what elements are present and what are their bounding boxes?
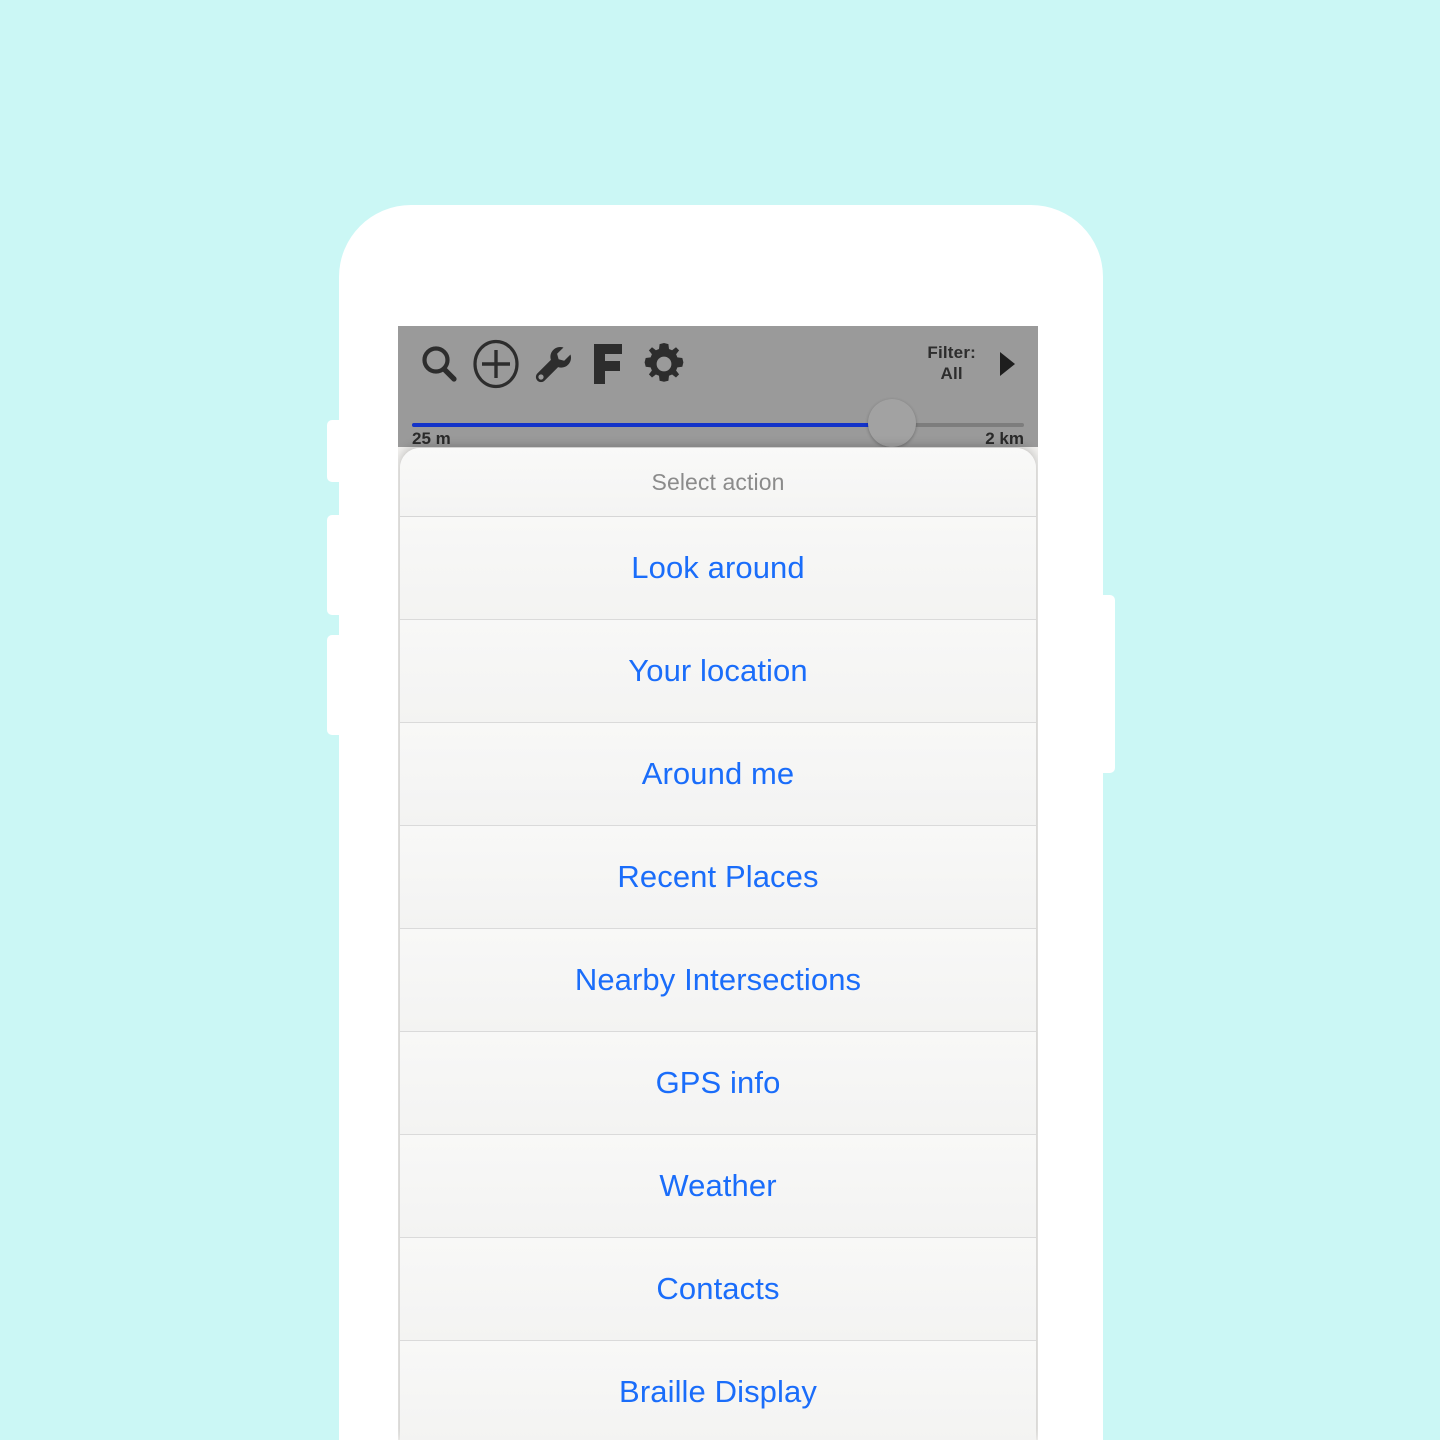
sheet-title: Select action bbox=[651, 468, 785, 495]
wrench-icon[interactable] bbox=[524, 336, 580, 392]
screenshot-stage: Filter: All 25 m 2 km Select action Look… bbox=[0, 0, 1440, 1440]
sheet-item-braille-display[interactable]: Braille Display bbox=[400, 1341, 1036, 1440]
scale-max-label: 2 km bbox=[985, 429, 1024, 448]
phone-screen: Filter: All 25 m 2 km Select action Look… bbox=[398, 326, 1038, 1440]
sheet-item-label: Nearby Intersections bbox=[574, 962, 862, 997]
filter-value: All bbox=[940, 363, 963, 383]
sheet-item-around-me[interactable]: Around me bbox=[400, 723, 1036, 826]
filter-label: Filter: bbox=[927, 342, 976, 362]
silent-switch-button[interactable] bbox=[327, 420, 341, 482]
add-circle-icon[interactable] bbox=[468, 336, 524, 392]
search-icon[interactable] bbox=[412, 336, 468, 392]
sheet-item-your-location[interactable]: Your location bbox=[400, 620, 1036, 723]
sheet-item-label: Recent Places bbox=[617, 859, 819, 894]
sheet-item-gps-info[interactable]: GPS info bbox=[400, 1032, 1036, 1135]
sheet-item-label: Around me bbox=[641, 756, 795, 791]
favorites-f-icon[interactable] bbox=[580, 336, 636, 392]
sheet-item-recent-places[interactable]: Recent Places bbox=[400, 826, 1036, 929]
sheet-item-label: GPS info bbox=[655, 1065, 781, 1100]
power-button[interactable] bbox=[1101, 595, 1115, 773]
scale-min-label: 25 m bbox=[412, 429, 451, 448]
sheet-item-nearby-intersections[interactable]: Nearby Intersections bbox=[400, 929, 1036, 1032]
sheet-item-contacts[interactable]: Contacts bbox=[400, 1238, 1036, 1341]
zoom-slider-track[interactable] bbox=[412, 423, 1024, 427]
sheet-item-label: Contacts bbox=[656, 1271, 780, 1306]
sheet-item-look-around[interactable]: Look around bbox=[400, 517, 1036, 620]
select-action-sheet: Select action Look around Your location … bbox=[400, 448, 1036, 1440]
sheet-item-label: Braille Display bbox=[619, 1374, 817, 1409]
volume-up-button[interactable] bbox=[327, 515, 341, 615]
sheet-item-label: Look around bbox=[631, 550, 805, 585]
volume-down-button[interactable] bbox=[327, 635, 341, 735]
sheet-title-row: Select action bbox=[400, 448, 1036, 517]
zoom-slider-fill bbox=[412, 423, 884, 427]
sheet-item-label: Weather bbox=[659, 1168, 777, 1203]
filter-control[interactable]: Filter: All bbox=[927, 343, 1024, 384]
filter-text: Filter: All bbox=[927, 343, 976, 384]
map-zoom-slider[interactable]: 25 m 2 km bbox=[398, 399, 1038, 448]
map-toolbar: Filter: All bbox=[398, 326, 1038, 401]
zoom-slider-thumb[interactable] bbox=[868, 399, 916, 447]
sheet-item-weather[interactable]: Weather bbox=[400, 1135, 1036, 1238]
gear-icon[interactable] bbox=[636, 336, 692, 392]
sheet-item-label: Your location bbox=[628, 653, 808, 688]
triangle-right-icon[interactable] bbox=[994, 348, 1020, 380]
